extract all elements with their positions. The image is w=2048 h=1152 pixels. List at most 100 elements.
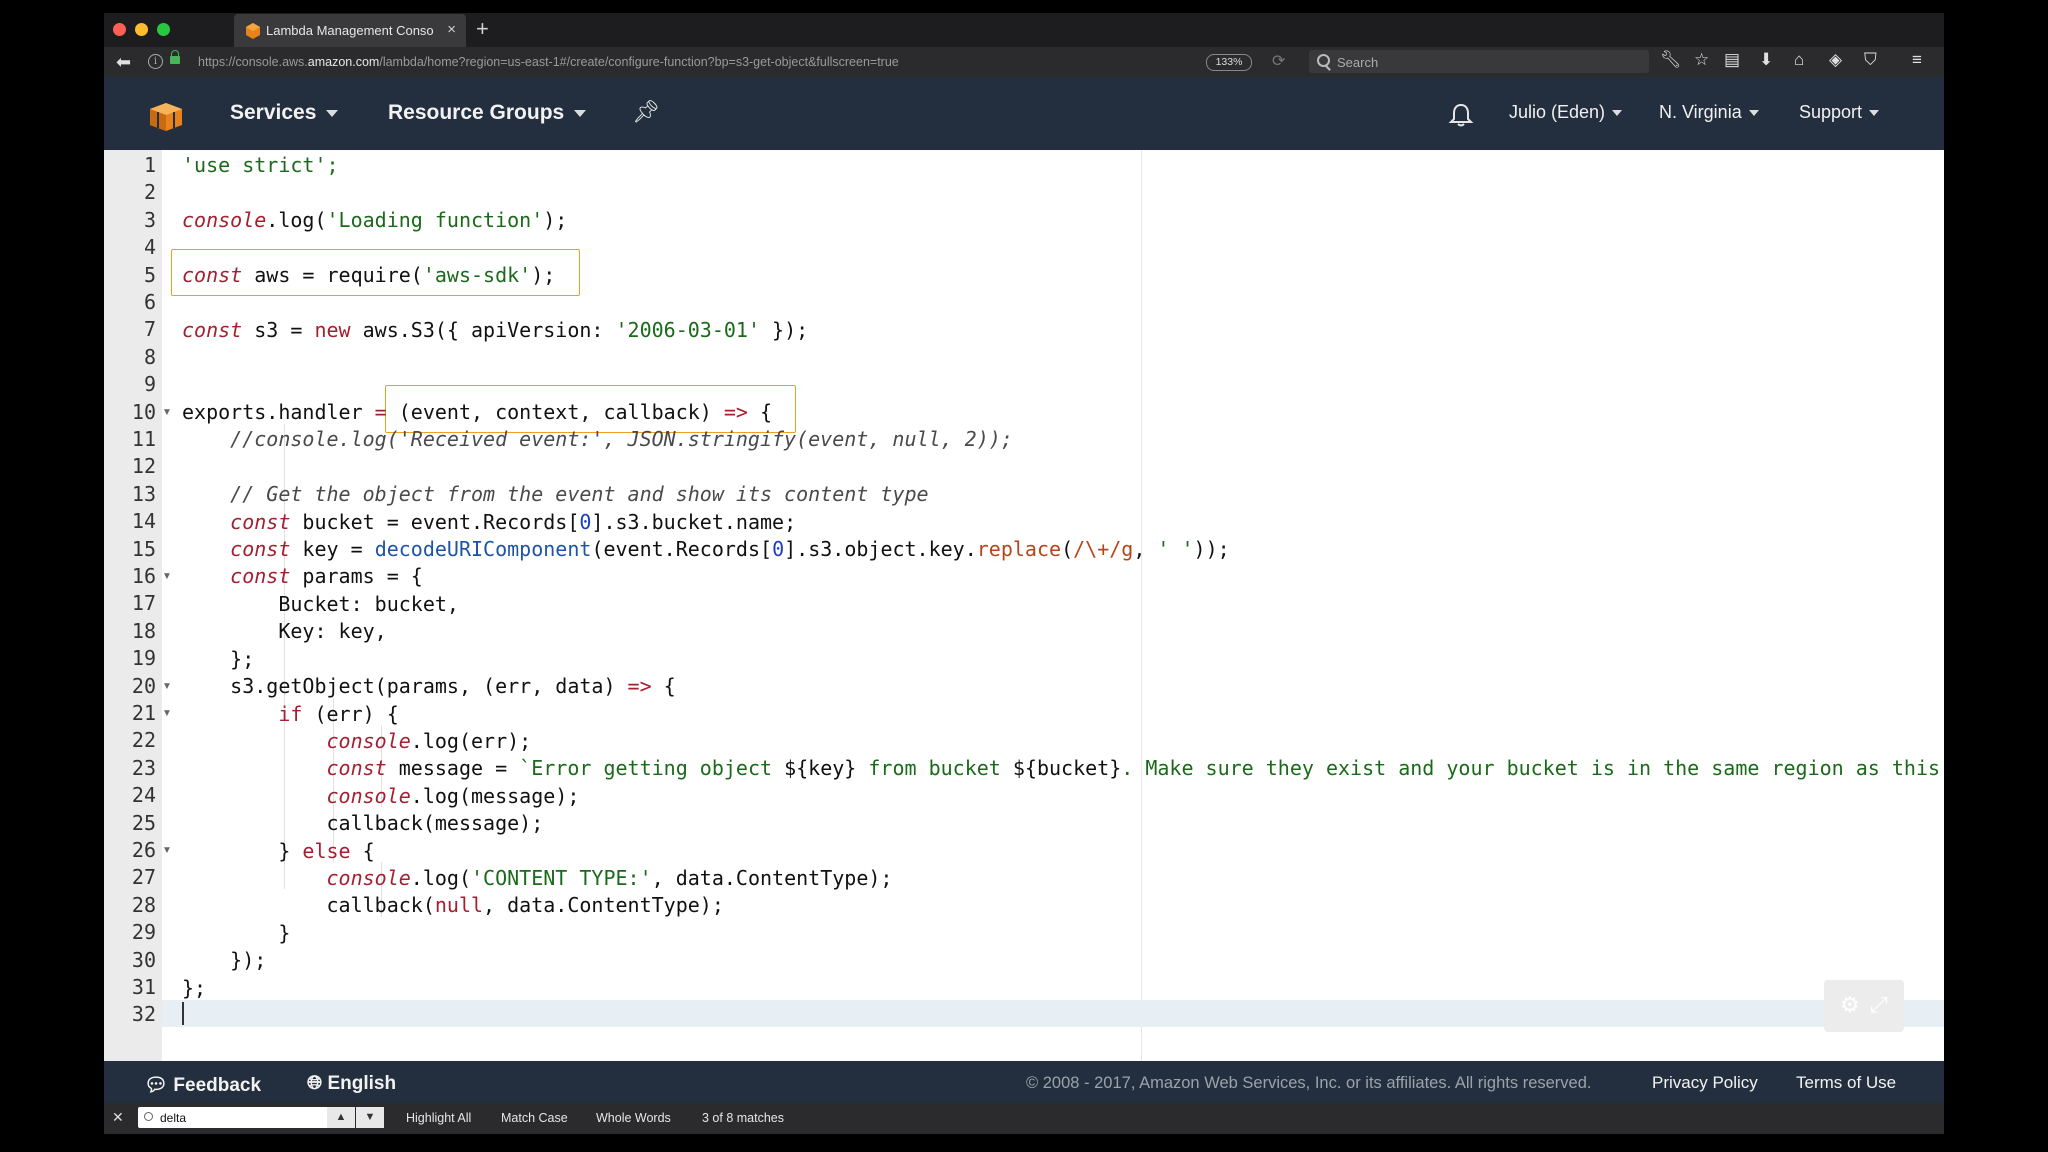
resource-groups-menu[interactable]: Resource Groups [388, 101, 587, 125]
feedback-link[interactable]: 💬︎ Feedback [144, 1073, 261, 1097]
code-line-18: Key: key, [278, 619, 387, 643]
line-number: 11 [131, 427, 156, 451]
maximize-window-button[interactable] [157, 23, 170, 36]
new-tab-button[interactable]: + [476, 16, 489, 42]
chevron-down-icon [1748, 110, 1759, 117]
fold-arrow-icon[interactable]: ▼ [162, 708, 172, 719]
code-line-23: const message = `Error getting object ${… [326, 756, 1941, 780]
code-line-30: }); [230, 948, 267, 972]
star-icon[interactable]: ☆ [1694, 50, 1709, 70]
line-number: 5 [143, 262, 156, 287]
highlight-all-toggle[interactable]: Highlight All [406, 1111, 471, 1125]
fullscreen-icon[interactable]: ⤢ [1870, 992, 1888, 1018]
find-match-status: 3 of 8 matches [702, 1111, 784, 1125]
pin-icon[interactable]: 📌︎ [632, 99, 660, 125]
zoom-level[interactable]: 133% [1206, 54, 1252, 71]
code-line-5: const aws = require('aws-sdk'); [182, 263, 556, 287]
active-line-highlight [162, 1000, 1944, 1027]
home-icon[interactable]: ⌂ [1794, 50, 1804, 70]
terms-of-use-link[interactable]: Terms of Use [1796, 1073, 1896, 1093]
chevron-down-icon [326, 109, 339, 117]
code-line-27: console.log('CONTENT TYPE:', data.Conten… [326, 866, 893, 890]
code-line-19: }; [230, 647, 255, 671]
code-line-17: Bucket: bucket, [278, 592, 459, 616]
line-number: 10 [131, 399, 156, 424]
line-number: 16 [131, 564, 156, 588]
copyright-text: © 2008 - 2017, Amazon Web Services, Inc.… [1026, 1074, 1592, 1092]
line-number: 25 [131, 810, 156, 835]
line-number: 13 [131, 481, 156, 506]
close-tab-icon[interactable]: × [447, 21, 456, 38]
wrench-icon[interactable]: 🔧︎ [1660, 50, 1682, 70]
download-icon[interactable]: ⬇ [1759, 50, 1773, 70]
fold-arrow-icon[interactable]: ▼ [162, 407, 172, 418]
code-editor[interactable]: 1 2 3 4 5 6 7 8 9 10 11 12 13 14 15 16 17 18 19 20 21 22 23 24 2… [104, 150, 1944, 1061]
navigation-bar: ⬅ i https://console.aws.amazon.com/lambd… [104, 47, 1944, 77]
code-line-29: } [278, 921, 291, 945]
address-bar[interactable]: https://console.aws.amazon.com/lambda/ho… [198, 55, 899, 69]
find-previous-button[interactable]: ▲ [327, 1107, 355, 1128]
code-line-7: const s3 = new aws.S3({ apiVersion: '200… [182, 318, 809, 342]
editor-toolbar: ⚙ ⤢ [1824, 980, 1904, 1032]
line-number: 27 [131, 865, 156, 890]
line-number: 12 [131, 454, 156, 479]
globe-icon: 🌐︎ [307, 1073, 323, 1094]
print-margin [1141, 150, 1142, 1061]
fold-arrow-icon[interactable]: ▼ [162, 571, 172, 582]
notification-bell-icon[interactable] [1448, 102, 1474, 128]
line-number: 8 [143, 344, 156, 369]
close-find-bar-icon[interactable]: ✕ [112, 1109, 124, 1126]
language-selector[interactable]: 🌐︎ English [307, 1073, 396, 1095]
aws-logo-icon[interactable] [150, 103, 182, 131]
user-menu[interactable]: Julio (Eden) [1509, 102, 1623, 123]
reader-icon[interactable]: ▤ [1724, 50, 1740, 70]
text-cursor [182, 1002, 184, 1025]
line-number: 20 [131, 673, 156, 698]
close-window-button[interactable] [113, 23, 126, 36]
reload-icon[interactable]: ⟳ [1272, 51, 1285, 71]
back-arrow-icon[interactable]: ⬅ [116, 52, 131, 73]
line-number: 7 [143, 317, 156, 342]
line-number: 22 [131, 728, 156, 753]
code-line-31: }; [182, 976, 207, 1000]
line-number: 29 [131, 920, 156, 945]
aws-console-header: Services Resource Groups 📌︎ Julio (Eden)… [104, 77, 1944, 150]
line-number: 23 [131, 755, 156, 780]
code-line-1: 'use strict'; [182, 153, 339, 177]
settings-gear-icon[interactable]: ⚙ [1840, 992, 1860, 1018]
line-number: 17 [131, 591, 156, 616]
line-number: 32 [131, 1002, 156, 1027]
privacy-policy-link[interactable]: Privacy Policy [1652, 1073, 1758, 1093]
code-line-15: const key = decodeURIComponent(event.Rec… [230, 537, 1230, 561]
line-number: 24 [131, 783, 156, 808]
code-line-10: exports.handler = (event, context, callb… [182, 400, 773, 424]
browser-tab[interactable]: Lambda Management Console × [234, 14, 466, 47]
fold-arrow-icon[interactable]: ▼ [162, 681, 172, 692]
fold-arrow-icon[interactable]: ▼ [162, 845, 172, 856]
hamburger-menu-icon[interactable]: ≡ [1912, 50, 1922, 70]
tab-title: Lambda Management Console [266, 23, 434, 38]
code-line-13: // Get the object from the event and sho… [230, 482, 929, 506]
code-line-25: callback(message); [326, 811, 544, 835]
find-next-button[interactable]: ▼ [356, 1107, 384, 1128]
whole-words-toggle[interactable]: Whole Words [596, 1111, 671, 1125]
browser-search-box[interactable]: Search [1309, 50, 1649, 73]
support-menu[interactable]: Support [1799, 102, 1880, 123]
extension-icon[interactable]: ◈ [1829, 50, 1842, 70]
chevron-down-icon [1869, 110, 1880, 117]
line-number: 3 [143, 207, 156, 232]
region-menu[interactable]: N. Virginia [1659, 102, 1759, 123]
info-icon[interactable]: i [148, 54, 163, 69]
services-menu[interactable]: Services [230, 101, 339, 125]
line-number: 18 [131, 618, 156, 643]
code-line-16: const params = { [230, 564, 423, 588]
match-case-toggle[interactable]: Match Case [501, 1111, 568, 1125]
search-placeholder: Search [1337, 55, 1379, 70]
minimize-window-button[interactable] [135, 23, 148, 36]
find-input[interactable] [138, 1107, 327, 1128]
code-line-11: //console.log('Received event:', JSON.st… [230, 427, 1013, 451]
chevron-down-icon [574, 109, 587, 117]
line-number: 28 [131, 892, 156, 917]
pocket-icon[interactable]: ⛉ [1864, 50, 1877, 70]
speech-bubble-icon: 💬︎ [144, 1075, 169, 1096]
